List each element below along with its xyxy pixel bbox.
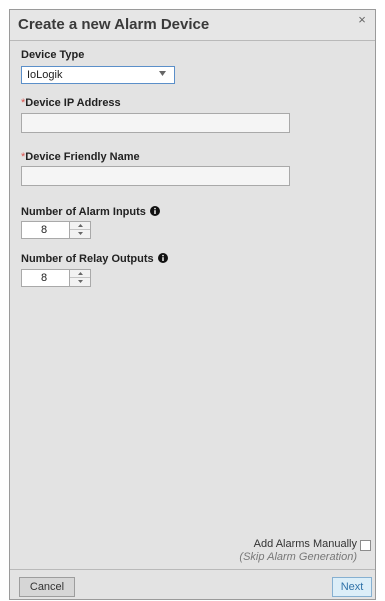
stepper-buttons	[69, 270, 90, 286]
alarm-inputs-stepper[interactable]: 8	[21, 221, 91, 239]
increment-button[interactable]	[70, 270, 90, 278]
ip-address-label: *Device IP Address	[21, 97, 121, 109]
alarm-inputs-label-text: Number of Alarm Inputs	[21, 206, 146, 218]
decrement-button[interactable]	[70, 278, 90, 286]
create-alarm-device-dialog: Create a new Alarm Device × Device Type …	[9, 9, 376, 600]
dialog-footer: Cancel Next	[10, 569, 375, 599]
increment-button[interactable]	[70, 222, 90, 230]
arrow-down-icon	[78, 280, 83, 283]
skip-generation-note: (Skip Alarm Generation)	[239, 551, 357, 563]
relay-outputs-label: Number of Relay Outputs	[21, 253, 168, 265]
add-alarms-manually-label: Add Alarms Manually	[253, 538, 357, 550]
relay-outputs-stepper[interactable]: 8	[21, 269, 91, 287]
add-alarms-manually-group: Add Alarms Manually (Skip Alarm Generati…	[239, 538, 357, 563]
device-type-label: Device Type	[21, 49, 85, 61]
alarm-inputs-value: 8	[40, 224, 48, 236]
arrow-up-icon	[78, 272, 83, 275]
info-icon[interactable]	[149, 206, 160, 216]
device-type-value: IoLogik	[27, 69, 63, 81]
info-icon[interactable]	[157, 253, 168, 263]
cancel-button[interactable]: Cancel	[19, 577, 75, 597]
arrow-down-icon	[78, 232, 83, 235]
relay-outputs-label-text: Number of Relay Outputs	[21, 253, 154, 265]
add-alarms-manually-checkbox[interactable]	[360, 540, 371, 551]
friendly-name-label-text: Device Friendly Name	[25, 151, 140, 163]
close-icon[interactable]: ×	[355, 13, 369, 27]
relay-outputs-value: 8	[40, 272, 48, 284]
next-button[interactable]: Next	[332, 577, 372, 597]
dialog-titlebar: Create a new Alarm Device ×	[10, 10, 375, 41]
dialog-title: Create a new Alarm Device	[18, 16, 210, 33]
ip-address-label-text: Device IP Address	[25, 97, 121, 109]
stepper-buttons	[69, 222, 90, 238]
chevron-down-icon	[159, 71, 166, 76]
friendly-name-input[interactable]	[21, 166, 290, 186]
ip-address-input[interactable]	[21, 113, 290, 133]
decrement-button[interactable]	[70, 230, 90, 238]
arrow-up-icon	[78, 224, 83, 227]
device-type-select[interactable]: IoLogik	[21, 66, 175, 84]
alarm-inputs-label: Number of Alarm Inputs	[21, 206, 160, 218]
friendly-name-label: *Device Friendly Name	[21, 151, 140, 163]
